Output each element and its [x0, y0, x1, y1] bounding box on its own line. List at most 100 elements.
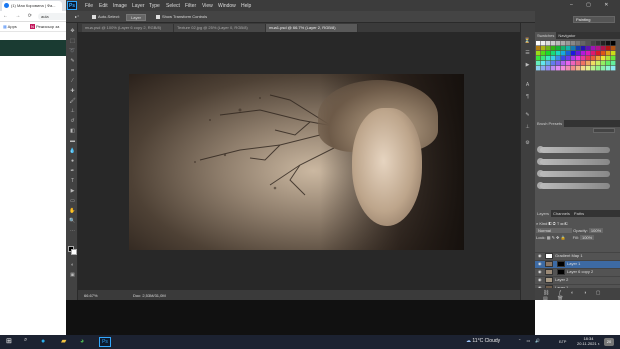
color-swatch[interactable] [556, 46, 561, 51]
color-swatch[interactable] [556, 41, 561, 46]
color-swatch[interactable] [561, 51, 566, 56]
doc-size[interactable]: Doc: 2,53M/31,0M [133, 293, 166, 298]
color-swatch[interactable] [541, 66, 546, 71]
actions-panel-icon[interactable]: ▶ [524, 62, 531, 68]
color-swatch[interactable] [601, 46, 606, 51]
color-swatch[interactable] [561, 66, 566, 71]
color-swatch[interactable] [561, 56, 566, 61]
color-swatch[interactable] [561, 61, 566, 66]
color-swatch[interactable] [611, 51, 616, 56]
color-swatch[interactable] [571, 51, 576, 56]
color-swatch[interactable] [576, 66, 581, 71]
blur-tool-icon[interactable]: 💧 [69, 148, 76, 154]
layer-row[interactable]: ◉ Layer 6 copy 2 [535, 268, 620, 276]
color-swatch[interactable] [596, 46, 601, 51]
zoom-tool-icon[interactable]: 🔍 [69, 218, 76, 224]
color-swatch[interactable] [561, 41, 566, 46]
color-swatch[interactable] [556, 51, 561, 56]
menu-window[interactable]: Window [218, 3, 236, 9]
color-swatch[interactable] [586, 51, 591, 56]
move-tool-icon[interactable]: ▸⁺ [75, 14, 79, 19]
color-swatch[interactable] [566, 41, 571, 46]
visibility-eye-icon[interactable]: ◉ [538, 261, 543, 266]
color-swatch[interactable] [591, 41, 596, 46]
color-swatch[interactable] [576, 41, 581, 46]
color-swatch[interactable] [546, 56, 551, 61]
dodge-tool-icon[interactable]: ● [69, 158, 76, 164]
tab-brush-presets[interactable]: Brush Presets [535, 120, 565, 127]
clock[interactable]: 18:34 20.11.2021 г. [577, 336, 600, 346]
visibility-eye-icon[interactable]: ◉ [538, 253, 543, 258]
color-swatch[interactable] [596, 41, 601, 46]
color-swatch[interactable] [581, 41, 586, 46]
visibility-eye-icon[interactable]: ◉ [538, 269, 543, 274]
color-swatch[interactable] [556, 61, 561, 66]
hand-tool-icon[interactable]: ✋ [69, 208, 76, 214]
file-explorer-icon[interactable]: ▰ [61, 337, 66, 346]
color-swatch[interactable] [566, 51, 571, 56]
transform-controls-checkbox[interactable]: Show Transform Controls [156, 14, 207, 19]
lock-icons[interactable]: ▦ ✎ ✥ 🔒 [547, 235, 566, 240]
color-swatch[interactable] [556, 56, 561, 61]
pen-tool-icon[interactable]: ✒ [69, 168, 76, 174]
layer-row[interactable]: ◉ Gradient Map 1 [535, 252, 620, 260]
history-panel-icon[interactable]: ⏳ [524, 38, 531, 44]
clone-source-icon[interactable]: ⊥ [524, 124, 531, 130]
lasso-tool-icon[interactable]: ➰ [69, 48, 76, 54]
doc-tab[interactable]: mua.psd @ 100% (Layer 6 copy 2, RGB/8) [82, 24, 174, 32]
menu-select[interactable]: Select [166, 3, 180, 9]
notification-badge[interactable]: 20 [604, 338, 614, 346]
chrome-icon[interactable]: ◕ [80, 337, 84, 346]
color-swatch[interactable] [566, 56, 571, 61]
windows-start-icon[interactable]: ⊞ [6, 337, 12, 346]
color-swatch[interactable] [571, 66, 576, 71]
color-swatch[interactable] [611, 66, 616, 71]
path-select-tool-icon[interactable]: ▶ [69, 188, 76, 194]
properties-panel-icon[interactable]: ☰ [524, 50, 531, 56]
menu-filter[interactable]: Filter [185, 3, 196, 9]
color-swatch[interactable] [551, 56, 556, 61]
color-swatch[interactable] [536, 41, 541, 46]
color-swatch[interactable] [546, 61, 551, 66]
marquee-tool-icon[interactable]: ⬚ [69, 38, 76, 44]
tab-paths[interactable]: Paths [572, 210, 586, 217]
color-swatch[interactable] [591, 46, 596, 51]
brush-preset-stroke[interactable] [540, 183, 610, 189]
color-swatch[interactable] [571, 41, 576, 46]
color-swatch[interactable] [561, 46, 566, 51]
character-panel-icon[interactable]: A [524, 82, 531, 88]
color-swatch[interactable] [576, 56, 581, 61]
bookmark-apps[interactable]: ▦ Apps [3, 24, 17, 29]
color-swatch[interactable] [606, 61, 611, 66]
window-controls[interactable]: – ▢ ✕ [570, 2, 614, 8]
color-swatch[interactable] [546, 41, 551, 46]
layer-row-selected[interactable]: ◉ Layer 1 [535, 260, 620, 268]
color-swatch[interactable] [541, 61, 546, 66]
color-swatch[interactable] [586, 66, 591, 71]
shape-tool-icon[interactable]: ▭ [69, 198, 76, 204]
color-swatch[interactable] [551, 61, 556, 66]
crop-tool-icon[interactable]: ⌗ [69, 68, 76, 74]
fill-field[interactable]: 100% [579, 235, 595, 240]
color-swatch[interactable] [601, 51, 606, 56]
layer-row[interactable]: ◉ Layer 2 [535, 276, 620, 284]
color-swatch[interactable] [546, 66, 551, 71]
color-swatch[interactable] [541, 41, 546, 46]
color-swatch[interactable] [551, 66, 556, 71]
edge-icon[interactable]: ● [41, 337, 45, 346]
weather-widget[interactable]: ☁ 11°C Cloudy [466, 338, 500, 344]
color-swatch[interactable] [536, 51, 541, 56]
menu-edit[interactable]: Edit [99, 3, 108, 9]
menu-layer[interactable]: Layer [132, 3, 145, 9]
system-tray-icons[interactable]: ⌃ ▭ 🔊 [518, 338, 542, 343]
edit-toolbar-icon[interactable]: ⋯ [69, 228, 76, 234]
brush-tool-icon[interactable]: 🖌 [69, 98, 76, 104]
color-swatch[interactable] [581, 66, 586, 71]
color-swatch[interactable] [601, 66, 606, 71]
color-swatch[interactable] [606, 66, 611, 71]
paragraph-panel-icon[interactable]: ¶ [524, 94, 531, 100]
color-swatch[interactable] [596, 61, 601, 66]
color-swatch[interactable] [586, 46, 591, 51]
color-swatch[interactable] [586, 41, 591, 46]
tab-layers[interactable]: Layers [535, 210, 552, 217]
